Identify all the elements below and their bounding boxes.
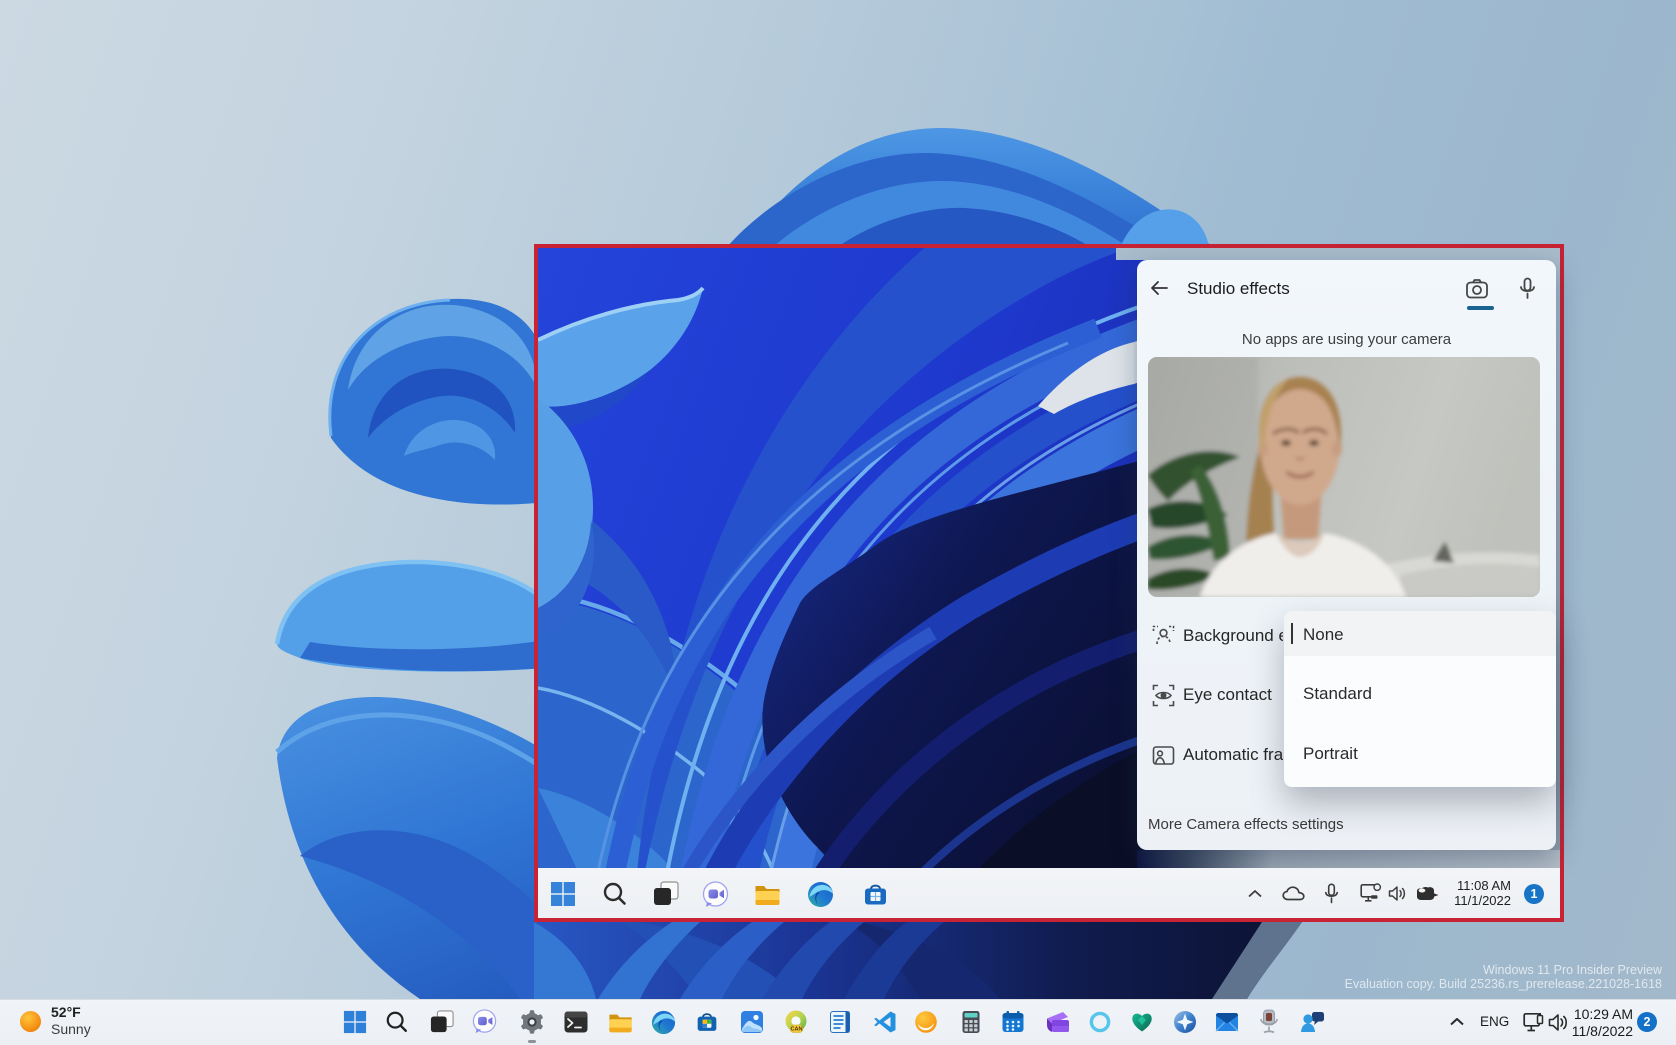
svg-text:CAN: CAN xyxy=(790,1027,802,1033)
